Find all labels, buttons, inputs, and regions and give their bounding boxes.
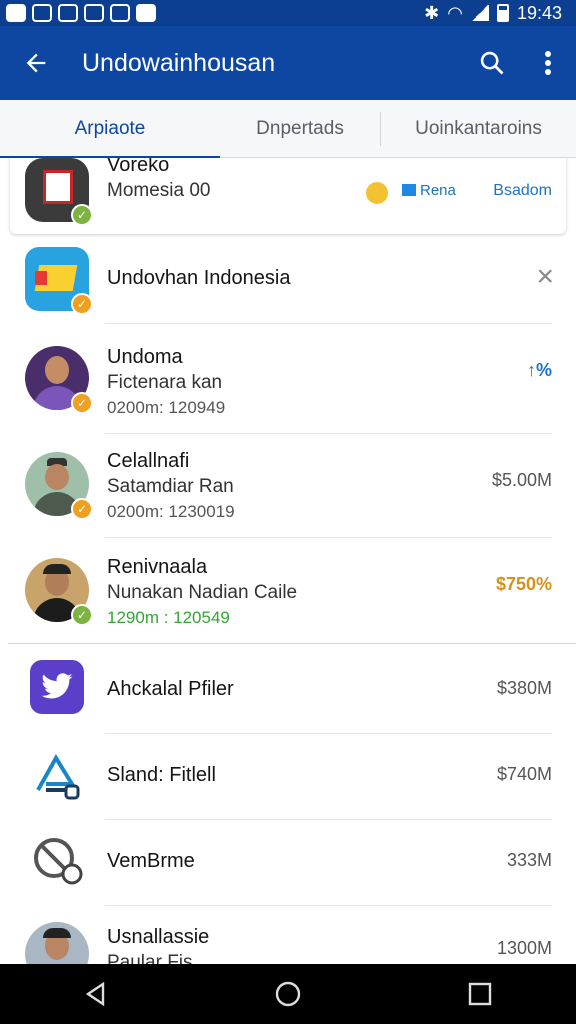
list-item[interactable]: ✓ Undovhan Indonesia × xyxy=(0,234,576,324)
verified-icon: ✓ xyxy=(71,204,93,226)
signal-icon xyxy=(470,5,489,21)
avatar: ✓ xyxy=(25,452,93,520)
back-nav-button[interactable] xyxy=(66,964,126,1024)
arrow-left-icon xyxy=(26,53,46,73)
circle-home-icon xyxy=(275,981,301,1007)
wifi-icon: ◠ xyxy=(447,2,463,23)
blocked-icon xyxy=(34,838,83,885)
item-subtitle: Satamdiar Ran xyxy=(107,476,234,497)
search-icon xyxy=(480,51,504,75)
notification-icon xyxy=(32,4,52,22)
item-subtitle: Momesia 00 xyxy=(107,180,211,201)
item-meta: 0200m: 120949 xyxy=(107,398,226,417)
triangle-back-icon xyxy=(85,981,105,1007)
tab-arpiaote[interactable]: Arpiaote xyxy=(0,100,220,159)
app-icon xyxy=(32,750,86,804)
notification-icon xyxy=(136,4,156,22)
list-item[interactable]: Ahckalal Pfiler $380M xyxy=(0,644,576,734)
item-subtitle: Fictenara kan xyxy=(107,372,223,393)
list-item[interactable]: ✓ Celallnafi Satamdiar Ran 0200m: 123001… xyxy=(0,434,576,538)
item-value: $750% xyxy=(495,574,552,594)
item-title: Undovhan Indonesia xyxy=(107,267,291,289)
list-item[interactable]: VemBrme 333M xyxy=(0,820,576,906)
battery-icon xyxy=(496,4,509,22)
item-title: Voreko xyxy=(107,158,170,176)
list-item[interactable]: Usnallassie Paular Fis 1300M xyxy=(0,906,576,964)
item-value: $380M xyxy=(496,678,552,698)
clock: 19:43 xyxy=(516,2,562,23)
page-title: Undowainhousan xyxy=(82,48,276,77)
item-title: Renivnaala xyxy=(107,556,208,578)
item-value: 1300M xyxy=(496,938,552,958)
item-meta: 0200m: 1230019 xyxy=(107,502,235,521)
card xyxy=(10,158,566,234)
close-icon[interactable]: × xyxy=(536,260,554,294)
list-item[interactable]: ✓ Undoma Fictenara kan 0200m: 120949 ↑% xyxy=(0,324,576,434)
list-item[interactable]: Sland: Fitlell $740M xyxy=(0,734,576,820)
more-options-button[interactable] xyxy=(520,26,576,100)
system-nav-bar xyxy=(0,964,576,1024)
item-title: Undoma xyxy=(107,346,183,368)
avatar: ✓ xyxy=(25,346,93,414)
chip-label[interactable]: Bsadom xyxy=(493,182,552,200)
house-icon xyxy=(36,754,80,800)
list-item[interactable]: ✓ Renivnaala Nunakan Nadian Caile 1290m … xyxy=(0,538,576,644)
item-value: $740M xyxy=(496,764,552,784)
item-value: $5.00M xyxy=(491,470,552,490)
item-title: Sland: Fitlell xyxy=(107,764,216,786)
notification-icon xyxy=(6,4,26,22)
item-subtitle: Nunakan Nadian Caile xyxy=(107,582,298,603)
tab-dnpertads[interactable]: Dnpertads xyxy=(220,100,380,158)
item-title: VemBrme xyxy=(107,850,195,872)
search-button[interactable] xyxy=(464,26,520,100)
flag-icon xyxy=(402,184,416,196)
notification-icon xyxy=(58,4,78,22)
item-list: ✓ Voreko Momesia 00 Rena Bsadom ✓ Undovh… xyxy=(0,158,576,964)
item-title: Celallnafi xyxy=(107,450,190,472)
recents-nav-button[interactable] xyxy=(450,964,510,1024)
avatar: ✓ xyxy=(25,558,93,626)
item-value: 333M xyxy=(506,850,552,870)
chip-label[interactable]: Rena xyxy=(420,182,456,199)
system-icons: ✱ ◠ 19:43 xyxy=(424,3,562,24)
notification-icons xyxy=(6,4,156,22)
verified-icon: ✓ xyxy=(71,498,93,520)
coin-icon xyxy=(366,182,388,204)
avatar xyxy=(25,922,89,964)
square-recents-icon xyxy=(468,982,492,1006)
verified-icon: ✓ xyxy=(71,392,93,414)
list-item[interactable]: ✓ Voreko Momesia 00 Rena Bsadom xyxy=(0,158,576,234)
item-value: ↑% xyxy=(526,360,552,380)
item-meta: 1290m : 120549 xyxy=(107,608,230,627)
notification-icon xyxy=(84,4,104,22)
app-icon xyxy=(30,834,86,890)
tab-bar: Arpiaote Dnpertads Uoinkantaroins xyxy=(0,100,576,159)
avatar: ✓ xyxy=(25,158,93,226)
status-bar: ✱ ◠ 19:43 xyxy=(0,0,576,26)
verified-icon: ✓ xyxy=(71,604,93,626)
tab-uoinkantaroins[interactable]: Uoinkantaroins xyxy=(381,100,576,158)
back-button[interactable] xyxy=(0,26,72,100)
verified-icon: ✓ xyxy=(71,293,93,315)
app-icon xyxy=(30,660,84,714)
item-title: Usnallassie xyxy=(107,926,210,948)
bluetooth-icon: ✱ xyxy=(424,2,440,23)
more-vert-icon xyxy=(545,51,551,75)
app-icon: ✓ xyxy=(25,247,93,315)
app-bar: Undowainhousan xyxy=(0,26,576,100)
notification-icon xyxy=(110,4,130,22)
item-title: Ahckalal Pfiler xyxy=(107,678,234,700)
bird-icon xyxy=(41,673,73,699)
home-nav-button[interactable] xyxy=(258,964,318,1024)
item-subtitle: Paular Fis xyxy=(107,952,193,964)
